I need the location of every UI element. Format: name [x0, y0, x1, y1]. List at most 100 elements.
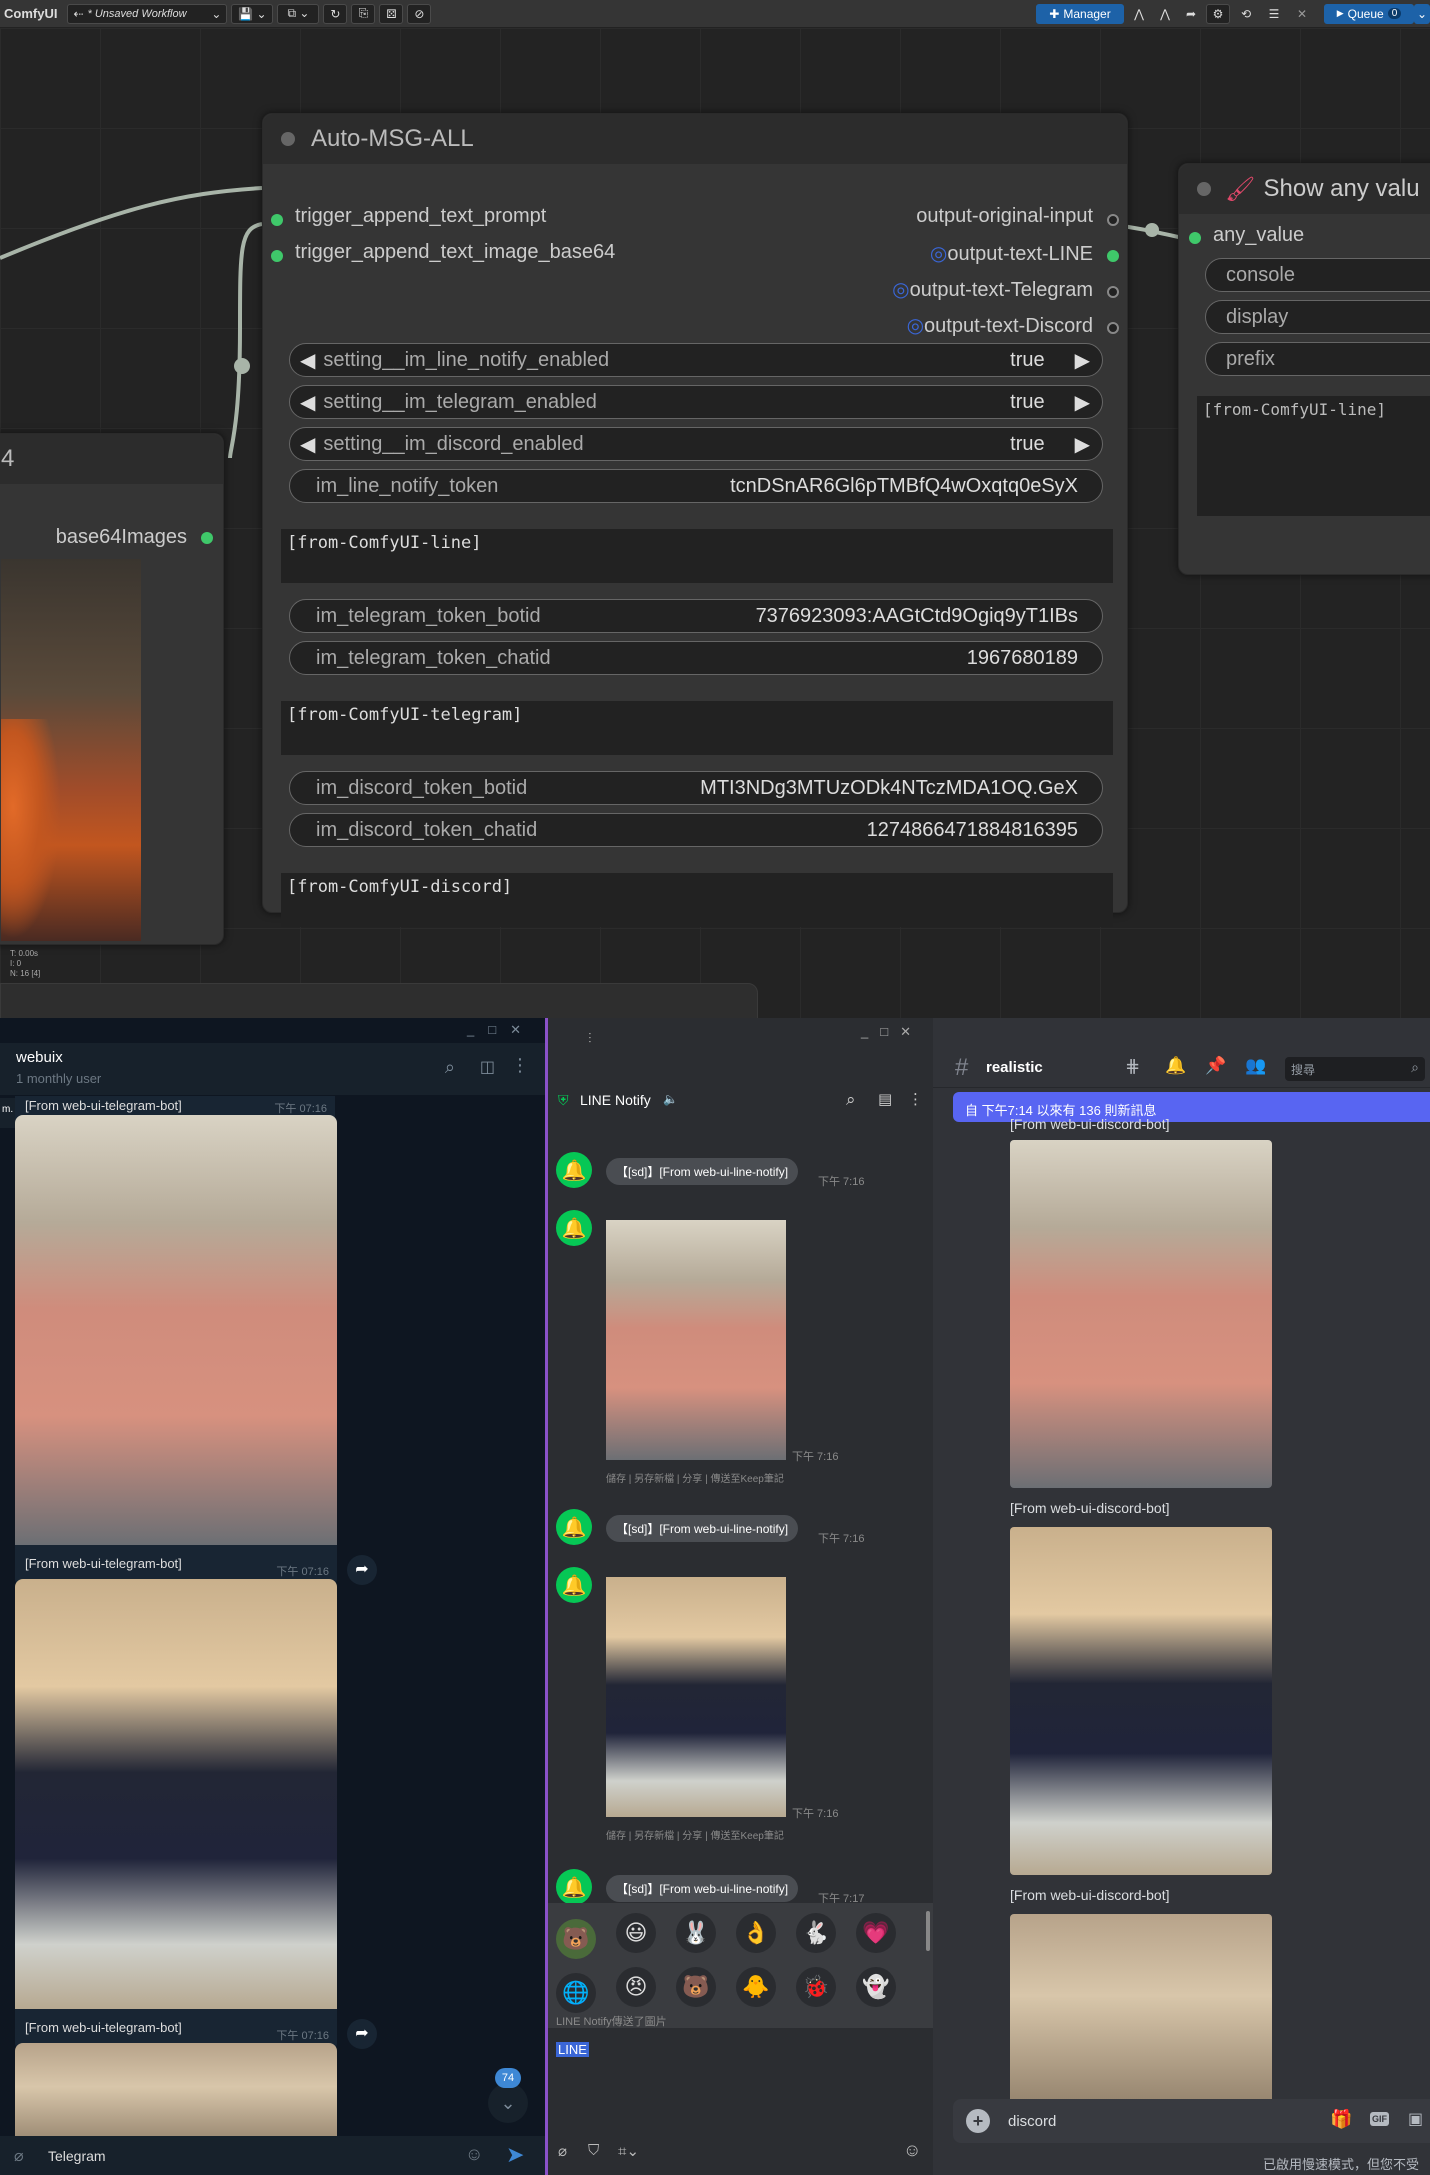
input-socket-0[interactable]: [271, 214, 283, 226]
comfy-canvas[interactable]: 4 base64Images Auto-MSG-ALL trigger_appe…: [0, 28, 1430, 1018]
maximize-icon[interactable]: □: [488, 1022, 510, 1037]
node-collapse-dot[interactable]: [1197, 182, 1211, 196]
attach-icon[interactable]: ⌀: [558, 2142, 567, 2160]
minimize-icon[interactable]: _: [861, 1024, 880, 1039]
save-button[interactable]: 💾 ⌄: [231, 3, 274, 24]
discord-search-input[interactable]: 搜尋 ⌕: [1285, 1057, 1425, 1081]
share-icon-2[interactable]: ⋀: [1154, 4, 1176, 24]
close-icon[interactable]: ✕: [900, 1024, 923, 1039]
field-telegram-botid[interactable]: im_telegram_token_botid 7376923093:AAGtC…: [289, 599, 1103, 633]
sticker-bunny-icon[interactable]: 🐰: [676, 1913, 716, 1953]
emoji-icon[interactable]: ☺: [903, 2140, 921, 2161]
discord-channel-name[interactable]: realistic: [986, 1059, 1043, 1076]
arrow-left-icon[interactable]: ◀: [290, 348, 315, 373]
attach-icon[interactable]: ⌀: [14, 2146, 24, 2166]
clipspace-icon[interactable]: ⎘: [351, 3, 376, 24]
pin-icon[interactable]: 📌: [1205, 1056, 1226, 1076]
workflow-selector[interactable]: ⇠ * Unsaved Workflow ⌄: [67, 3, 228, 24]
sticker-red-icon[interactable]: 🐞: [796, 1967, 836, 2007]
field-discord-botid[interactable]: im_discord_token_botid MTI3NDg3MTUzODk4N…: [289, 771, 1103, 805]
share-icon-1[interactable]: ⋀: [1128, 4, 1150, 24]
arrow-left-icon[interactable]: ◀: [290, 432, 315, 457]
notes-icon[interactable]: ▤: [878, 1090, 892, 1108]
arrow-left-icon[interactable]: ◀: [290, 390, 315, 415]
close-icon[interactable]: ✕: [1290, 4, 1314, 24]
sticker-icon[interactable]: ▣: [1408, 2109, 1423, 2129]
textarea-show-text[interactable]: [from-ComfyUI-line]: [1197, 396, 1430, 516]
search-icon[interactable]: ⌕: [445, 1057, 455, 1078]
manager-button[interactable]: ✚ Manager: [1036, 3, 1124, 24]
sticker-angry-icon[interactable]: 😠: [616, 1967, 656, 2007]
toggle-line-enabled[interactable]: ◀ setting__im_line_notify_enabled true ▶: [289, 343, 1103, 377]
input-any-value-socket[interactable]: [1189, 232, 1201, 244]
widget-display[interactable]: display: [1205, 300, 1430, 334]
sidebar-toggle-icon[interactable]: ◫: [480, 1057, 495, 1077]
line-photo-actions[interactable]: 儲存 | 另存新檔 | 分享 | 傳送至Keep筆記: [606, 1470, 784, 1485]
arrow-right-icon[interactable]: ▶: [1075, 432, 1102, 457]
gif-icon[interactable]: GIF: [1370, 2112, 1389, 2126]
line-chat-title[interactable]: LINE Notify: [580, 1092, 651, 1108]
scroll-down-button[interactable]: ⌄: [488, 2083, 528, 2123]
field-telegram-chatid[interactable]: im_telegram_token_chatid 1967680189: [289, 641, 1103, 675]
textarea-telegram-text[interactable]: [from-ComfyUI-telegram]: [281, 701, 1113, 755]
output-base64images-socket[interactable]: [201, 532, 213, 544]
widget-console[interactable]: console: [1205, 258, 1430, 292]
more-options-icon[interactable]: ⋮: [511, 1055, 529, 1076]
node-show-any-value[interactable]: 🖌 Show any valu any_value console displa…: [1178, 163, 1430, 575]
sticker-globe-icon[interactable]: 🌐: [556, 1973, 596, 2013]
toggle-discord-enabled[interactable]: ◀ setting__im_discord_enabled true ▶: [289, 427, 1103, 461]
arrow-right-icon[interactable]: ▶: [1075, 390, 1102, 415]
search-icon[interactable]: ⌕: [846, 1090, 856, 1110]
history-icon[interactable]: ⟲: [1234, 4, 1258, 24]
discord-photo[interactable]: [1010, 1527, 1272, 1875]
output-socket-2[interactable]: [1107, 286, 1119, 298]
sticker-scrollbar[interactable]: [926, 1911, 930, 1951]
sticker-okay-icon[interactable]: 😃: [616, 1913, 656, 1953]
line-input[interactable]: LINE: [548, 2028, 933, 2128]
line-photo[interactable]: [606, 1220, 786, 1460]
forward-icon[interactable]: ➦: [347, 1555, 377, 1585]
bell-icon[interactable]: 🔔: [1165, 1056, 1186, 1076]
tg-message-input[interactable]: Telegram: [48, 2148, 106, 2164]
sticker-bear-icon[interactable]: 🐻: [676, 1967, 716, 2007]
line-photo[interactable]: [606, 1577, 786, 1817]
widget-prefix[interactable]: prefix: [1205, 342, 1430, 376]
output-socket-1[interactable]: [1107, 250, 1119, 262]
copy-button[interactable]: ⧉ ⌄: [277, 3, 320, 24]
textarea-line-text[interactable]: [from-ComfyUI-line]: [281, 529, 1113, 583]
gear-icon[interactable]: ⚙: [1206, 3, 1230, 24]
sticker-ghost-icon[interactable]: 👻: [856, 1967, 896, 2007]
minimize-icon[interactable]: _: [467, 1022, 488, 1037]
sticker-chick-icon[interactable]: 🐥: [736, 1967, 776, 2007]
queue-list-icon[interactable]: ☰: [1262, 4, 1286, 24]
more-options-icon[interactable]: ⋮: [908, 1090, 923, 1108]
emoji-icon[interactable]: ☺: [465, 2144, 483, 2165]
tg-photo[interactable]: [15, 1115, 337, 1545]
node-collapse-dot[interactable]: [281, 132, 295, 146]
add-plus-icon[interactable]: +: [966, 2109, 990, 2133]
sticker-ok-icon[interactable]: 👌: [736, 1913, 776, 1953]
toggle-telegram-enabled[interactable]: ◀ setting__im_telegram_enabled true ▶: [289, 385, 1103, 419]
arrow-right-icon[interactable]: ▶: [1075, 348, 1102, 373]
discord-photo[interactable]: [1010, 1914, 1272, 2119]
field-line-token[interactable]: im_line_notify_token tcnDSnAR6Gl6pTMBfQ4…: [289, 469, 1103, 503]
sticker-picker[interactable]: 🐻 😃 🐰 👌 🐇 💗 🌐 😠 🐻 🐥 🐞 👻 LINE Notify傳送了圖片: [548, 1903, 933, 2028]
tg-message[interactable]: [From web-ui-telegram-bot] 下午 07:16: [15, 1115, 337, 1587]
members-icon[interactable]: 👥: [1245, 1056, 1266, 1076]
queue-button[interactable]: ▶ Queue 0: [1324, 3, 1414, 24]
output-socket-0[interactable]: [1107, 214, 1119, 226]
line-photo-actions[interactable]: 儲存 | 另存新檔 | 分享 | 傳送至Keep筆記: [606, 1827, 784, 1842]
tg-chat-title[interactable]: webuix: [16, 1049, 63, 1066]
clear-icon[interactable]: ⊘: [407, 3, 432, 24]
textarea-discord-text[interactable]: [from-ComfyUI-discord]: [281, 873, 1113, 927]
refresh-icon[interactable]: ↻: [323, 3, 348, 24]
maximize-icon[interactable]: □: [880, 1024, 900, 1039]
node-auto-msg-all[interactable]: Auto-MSG-ALL trigger_append_text_prompt …: [262, 113, 1128, 927]
send-icon[interactable]: ➤: [506, 2142, 524, 2168]
discord-message-input[interactable]: discord: [1008, 2113, 1056, 2130]
output-socket-3[interactable]: [1107, 322, 1119, 334]
queue-options-button[interactable]: ⌄: [1414, 3, 1430, 24]
field-discord-chatid[interactable]: im_discord_token_chatid 1274866471884816…: [289, 813, 1103, 847]
discord-photo[interactable]: [1010, 1140, 1272, 1488]
fit-view-icon[interactable]: ⚄: [379, 3, 404, 24]
